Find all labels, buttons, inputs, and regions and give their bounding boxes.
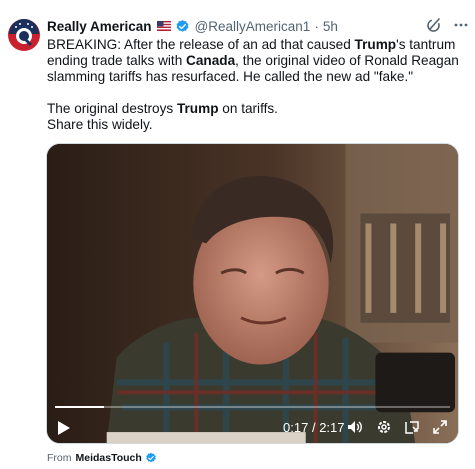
video-duration: 2:17 <box>319 420 345 435</box>
video-progress-bar[interactable] <box>55 406 450 408</box>
source-label: From <box>47 452 72 464</box>
video-current-time: 0:17 <box>283 420 309 435</box>
hashtag-trump: Trump <box>354 37 397 52</box>
tweet-text: BREAKING: After the release of an ad tha… <box>47 37 465 133</box>
video-frame-image <box>47 144 458 443</box>
video-source: From MeidasTouch <box>47 452 157 464</box>
video-progress-fill <box>55 406 104 408</box>
more-options-icon[interactable] <box>454 23 468 27</box>
verified-badge-icon <box>146 452 156 463</box>
play-icon[interactable] <box>57 420 71 436</box>
tweet-header: Really American @ReallyAmerican1 · 5h <box>47 17 455 35</box>
video-time: 0:17 / 2:17 <box>283 420 345 435</box>
verified-badge-icon[interactable] <box>175 19 190 34</box>
tweet-paragraph-1: BREAKING: After the release of an ad tha… <box>47 37 459 84</box>
tweet-timestamp[interactable]: 5h <box>323 19 338 34</box>
pip-icon[interactable] <box>404 419 420 435</box>
tweet-paragraph-2: The original destroys Trump on tariffs. <box>47 101 278 116</box>
tweet-paragraph-3: Share this widely. <box>47 117 153 132</box>
settings-gear-icon[interactable] <box>376 419 392 435</box>
volume-icon[interactable] <box>347 419 363 435</box>
video-player[interactable]: 0:17 / 2:17 <box>46 143 459 444</box>
grok-icon[interactable] <box>426 17 442 33</box>
source-account-link[interactable]: MeidasTouch <box>76 452 142 464</box>
tweet: Really American @ReallyAmerican1 · 5h BR… <box>0 0 475 469</box>
video-controls: 0:17 / 2:17 <box>47 403 458 443</box>
avatar[interactable] <box>6 17 42 53</box>
author-handle[interactable]: @ReallyAmerican1 <box>195 19 311 34</box>
header-separator: · <box>314 18 319 34</box>
fullscreen-icon[interactable] <box>432 419 448 435</box>
hashtag-trump-2: Trump <box>176 101 219 116</box>
author-name[interactable]: Really American <box>47 19 152 34</box>
hashtag-canada: Canada <box>186 53 236 68</box>
us-flag-icon <box>156 21 171 31</box>
